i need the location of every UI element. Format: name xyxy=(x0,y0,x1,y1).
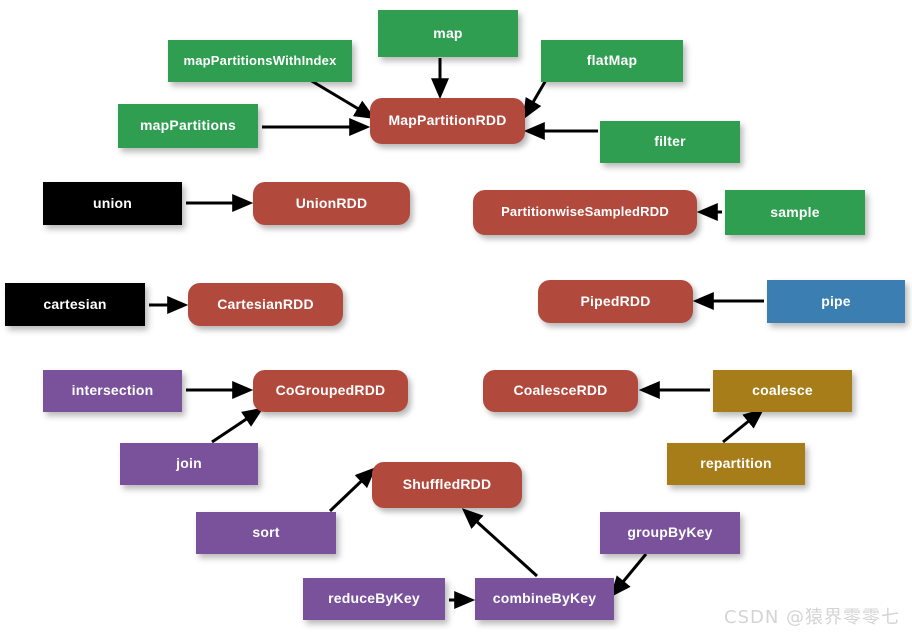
edge-groupByKey-to-combineByKey xyxy=(610,553,648,598)
node-CartesianRDD[interactable]: CartesianRDD xyxy=(188,283,343,326)
node-sort[interactable]: sort xyxy=(196,512,336,554)
node-PartitionwiseSampledRDD[interactable]: PartitionwiseSampledRDD xyxy=(473,190,697,235)
node-filter[interactable]: filter xyxy=(600,121,740,163)
node-CoGroupedRDD[interactable]: CoGroupedRDD xyxy=(253,370,408,412)
node-label: UnionRDD xyxy=(295,194,368,211)
node-repartition[interactable]: repartition xyxy=(667,443,805,485)
node-label: mapPartitions xyxy=(140,117,236,134)
node-label: map xyxy=(433,24,463,41)
node-label: PartitionwiseSampledRDD xyxy=(501,204,669,220)
node-label: combineByKey xyxy=(492,590,597,607)
node-label: ShuffledRDD xyxy=(402,476,492,493)
node-intersection[interactable]: intersection xyxy=(43,370,182,412)
node-combineByKey[interactable]: combineByKey xyxy=(475,578,614,620)
node-label: coalesce xyxy=(752,382,813,399)
edge-join-to-CoGroupedRDD xyxy=(211,407,264,444)
edge-combineByKey-to-ShuffledRDD xyxy=(461,508,539,578)
node-union[interactable]: union xyxy=(43,182,182,225)
node-MapPartitionRDD[interactable]: MapPartitionRDD xyxy=(370,98,525,144)
node-label: intersection xyxy=(71,382,154,399)
node-label: groupByKey xyxy=(627,524,713,541)
node-pipe[interactable]: pipe xyxy=(767,280,905,323)
node-label: reduceByKey xyxy=(328,590,420,607)
node-label: CoalesceRDD xyxy=(513,382,608,399)
node-mapPartitionsWithIndex[interactable]: mapPartitionsWithIndex xyxy=(168,40,352,82)
node-ShuffledRDD[interactable]: ShuffledRDD xyxy=(372,462,522,508)
node-PipedRDD[interactable]: PipedRDD xyxy=(538,280,693,323)
node-cartesian[interactable]: cartesian xyxy=(5,283,145,326)
node-label: sample xyxy=(770,203,820,220)
node-label: CartesianRDD xyxy=(217,295,314,312)
node-label: pipe xyxy=(821,292,851,309)
node-label: repartition xyxy=(700,455,772,472)
edge-sort-to-ShuffledRDD xyxy=(328,467,377,513)
node-groupByKey[interactable]: groupByKey xyxy=(600,512,740,554)
diagram-canvas: map mapPartitionsWithIndex flatMap mapParti… xyxy=(0,0,912,634)
node-label: cartesian xyxy=(43,295,107,312)
node-flatMap[interactable]: flatMap xyxy=(541,40,683,82)
node-CoalesceRDD[interactable]: CoalesceRDD xyxy=(483,370,638,412)
node-mapPartitions[interactable]: mapPartitions xyxy=(118,104,258,148)
watermark-label: CSDN @猿界零零七 xyxy=(724,607,901,628)
node-label: MapPartitionRDD xyxy=(388,112,507,129)
edge-flatMap-to-MapPartitionRDD xyxy=(522,79,548,120)
node-map[interactable]: map xyxy=(378,10,518,57)
node-label: union xyxy=(92,194,133,211)
node-label: PipedRDD xyxy=(580,292,651,309)
edge-repartition-to-coalesce xyxy=(722,408,765,444)
edge-mapPartitionsWithIndex-to-MapPartitionRDD xyxy=(309,78,376,120)
node-label: join xyxy=(176,455,202,472)
node-label: filter xyxy=(654,133,686,150)
node-label: flatMap xyxy=(586,52,638,69)
node-join[interactable]: join xyxy=(120,443,258,485)
node-UnionRDD[interactable]: UnionRDD xyxy=(253,182,410,225)
node-coalesce[interactable]: coalesce xyxy=(713,370,852,412)
node-label: CoGroupedRDD xyxy=(275,382,386,399)
node-label: mapPartitionsWithIndex xyxy=(183,52,337,68)
node-sample[interactable]: sample xyxy=(725,190,865,235)
node-reduceByKey[interactable]: reduceByKey xyxy=(303,578,445,620)
node-label: sort xyxy=(252,524,280,541)
